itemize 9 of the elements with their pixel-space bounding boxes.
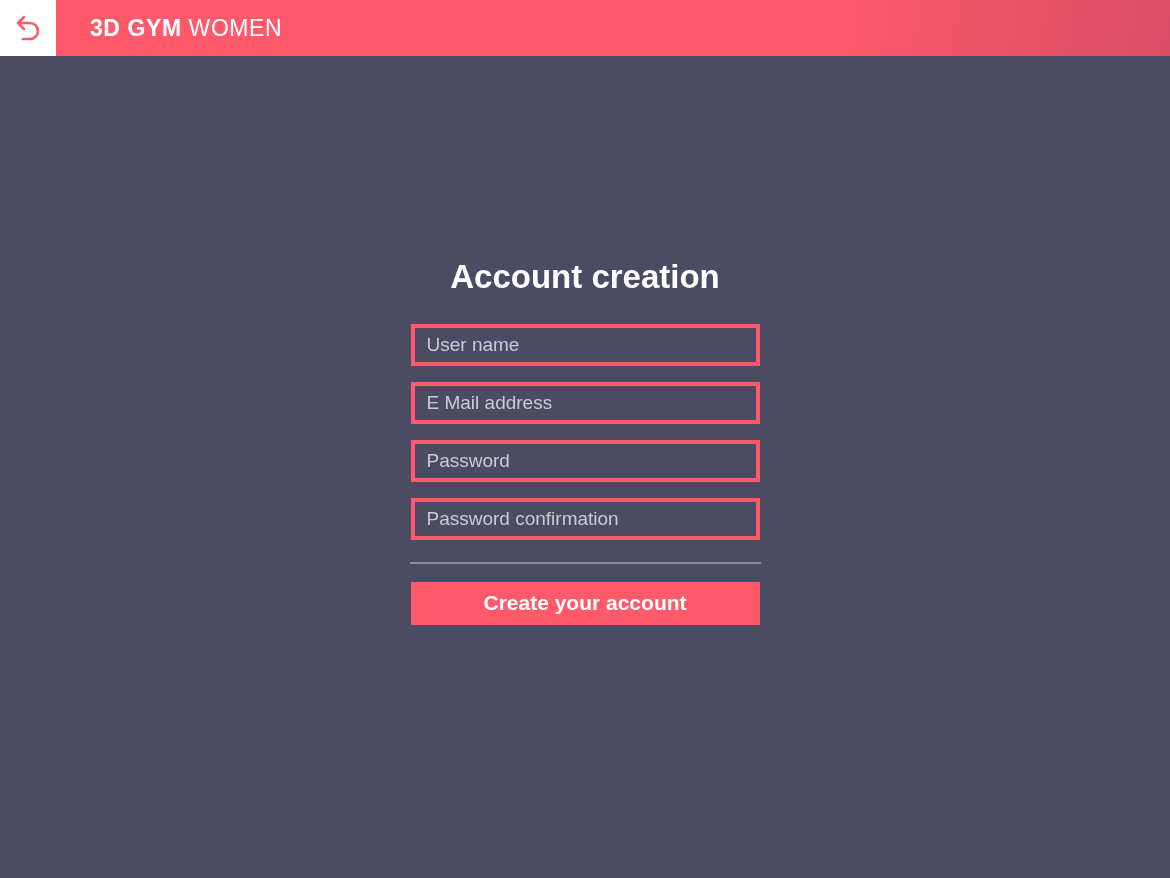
- back-icon: [15, 14, 41, 42]
- input-field[interactable]: Password: [410, 439, 760, 482]
- input-field[interactable]: E Mail address: [410, 381, 760, 424]
- create-account-button[interactable]: Create your account: [410, 581, 760, 625]
- app-logo: 3D GYM WOMEN: [90, 13, 283, 43]
- input-field[interactable]: Password confirmation: [410, 497, 760, 540]
- form-title: Account creation: [450, 257, 720, 297]
- input-field[interactable]: User name: [410, 323, 760, 366]
- back-button[interactable]: [0, 0, 56, 56]
